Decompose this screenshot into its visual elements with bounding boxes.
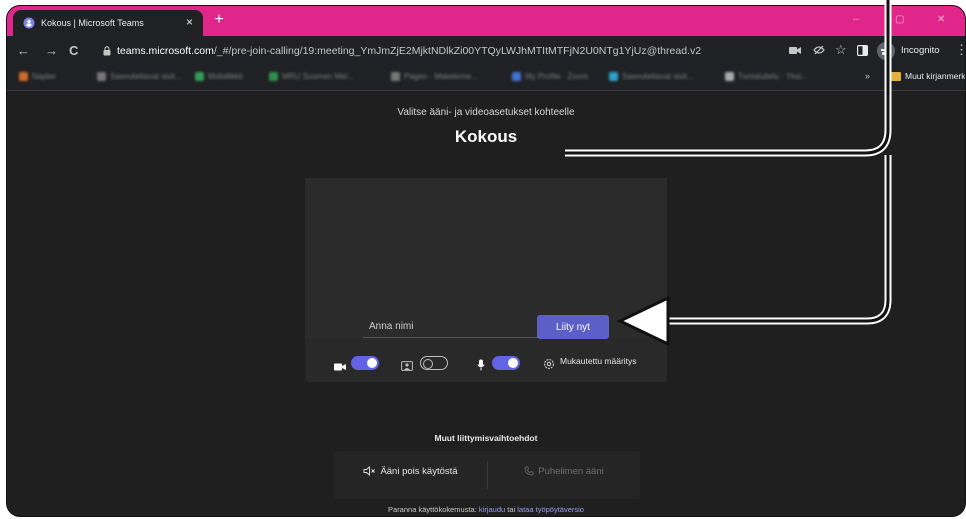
- teams-prejoin-page: Valitse ääni- ja videoasetukset kohteell…: [7, 91, 965, 516]
- new-tab-button[interactable]: +: [209, 10, 229, 30]
- star-icon[interactable]: ☆: [835, 42, 847, 58]
- bookmarks-bar: Napter Saavutettavat sivit... Mobiilikki…: [7, 66, 965, 91]
- background-effects-icon: [401, 361, 413, 371]
- camera-icon: [334, 363, 346, 371]
- meeting-title: Kokous: [454, 127, 518, 146]
- bookmark-favicon-icon: [19, 72, 28, 82]
- bookmark-favicon-icon: [512, 72, 521, 82]
- camera-toggle[interactable]: [351, 356, 379, 370]
- join-now-button[interactable]: Liity nyt: [537, 315, 609, 339]
- prejoin-card: Liity nyt Mukautettu määritys: [305, 178, 667, 382]
- lock-icon: [103, 46, 111, 56]
- bookmark-item[interactable]: MRU Suomen Mel...: [269, 72, 354, 84]
- menu-icon[interactable]: ⋮: [955, 42, 965, 58]
- audio-off-label: Ääni pois käytöstä: [380, 466, 458, 477]
- gear-icon[interactable]: [543, 356, 555, 372]
- bookmark-favicon-icon: [391, 72, 400, 82]
- tab-strip: Kokous | Microsoft Teams × + – ▢ ✕: [7, 6, 965, 36]
- phone-audio-option: Puhelimen ääni: [488, 466, 640, 477]
- url-host: teams.microsoft.com: [117, 45, 214, 57]
- background-effects-toggle[interactable]: [420, 356, 448, 370]
- address-bar[interactable]: teams.microsoft.com/_#/pre-join-calling/…: [99, 41, 784, 61]
- phone-audio-label: Puhelimen ääni: [538, 466, 604, 477]
- browser-window: Kokous | Microsoft Teams × + – ▢ ✕ ← → C…: [6, 5, 966, 517]
- bookmark-item[interactable]: Tuntaluitelu · Yksi...: [725, 72, 808, 84]
- bookmark-favicon-icon: [609, 72, 618, 82]
- video-preview: [305, 178, 667, 338]
- eye-off-icon[interactable]: [813, 45, 825, 55]
- bookmark-favicon-icon: [195, 72, 204, 82]
- minimize-icon[interactable]: –: [853, 14, 859, 25]
- maximize-icon[interactable]: ▢: [895, 14, 904, 25]
- bookmark-favicon-icon: [97, 72, 106, 82]
- bookmark-item[interactable]: Saavutettavat sivit...: [97, 72, 182, 84]
- device-settings-button[interactable]: Mukautettu määritys: [560, 356, 637, 366]
- back-icon[interactable]: ←: [17, 43, 30, 58]
- footer-text: Paranna käyttökokemusta: kirjaudu tai la…: [388, 505, 584, 514]
- browser-toolbar: ← → C teams.microsoft.com/_#/pre-join-ca…: [7, 36, 965, 66]
- bookmark-item[interactable]: Napter: [19, 72, 56, 84]
- bookmark-item[interactable]: My Profile · Zoom: [512, 72, 588, 84]
- bookmark-favicon-icon: [725, 72, 734, 82]
- bookmark-item[interactable]: Pagen · Makeleme...: [391, 72, 478, 84]
- window-close-icon[interactable]: ✕: [937, 14, 945, 25]
- other-join-options: Ääni pois käytöstä Puhelimen ääni: [334, 451, 640, 499]
- forward-icon[interactable]: →: [45, 43, 58, 58]
- bookmark-item[interactable]: Saavutettavat sivit...: [609, 72, 694, 84]
- audio-off-option[interactable]: Ääni pois käytöstä: [334, 466, 487, 477]
- bookmark-favicon-icon: [269, 72, 278, 82]
- teams-favicon-icon: [23, 17, 35, 29]
- incognito-label: Incognito: [901, 45, 940, 56]
- camera-blocked-icon[interactable]: [789, 46, 801, 55]
- tab-title: Kokous | Microsoft Teams: [41, 18, 144, 28]
- phone-icon: [524, 467, 534, 476]
- incognito-icon: [877, 42, 895, 60]
- tab-teams[interactable]: Kokous | Microsoft Teams ×: [13, 10, 203, 36]
- reload-icon[interactable]: C: [69, 43, 78, 58]
- download-desktop-link[interactable]: lataa työpöytäversio: [517, 505, 584, 514]
- bookmarks-more-icon[interactable]: »: [865, 71, 870, 81]
- name-input[interactable]: [363, 315, 545, 338]
- tab-close-icon[interactable]: ×: [186, 15, 193, 29]
- url-path: /_#/pre-join-calling/19:meeting_YmJmZjE2…: [213, 45, 702, 57]
- page-subtitle: Valitse ääni- ja videoasetukset kohteell…: [397, 107, 575, 118]
- speaker-off-icon: [363, 466, 376, 477]
- microphone-toggle[interactable]: [492, 356, 520, 370]
- microphone-icon: [477, 359, 485, 371]
- incognito-indicator[interactable]: Incognito: [877, 42, 965, 60]
- sign-in-link[interactable]: kirjaudu: [479, 505, 505, 514]
- folder-icon: [891, 72, 901, 82]
- side-panel-icon[interactable]: [857, 45, 868, 56]
- other-join-options-title: Muut liittymisvaihtoehdot: [434, 433, 538, 443]
- bookmark-item[interactable]: Mobiilikkit: [195, 72, 243, 84]
- other-bookmarks-folder[interactable]: Muut kirjanmerki: [891, 71, 965, 82]
